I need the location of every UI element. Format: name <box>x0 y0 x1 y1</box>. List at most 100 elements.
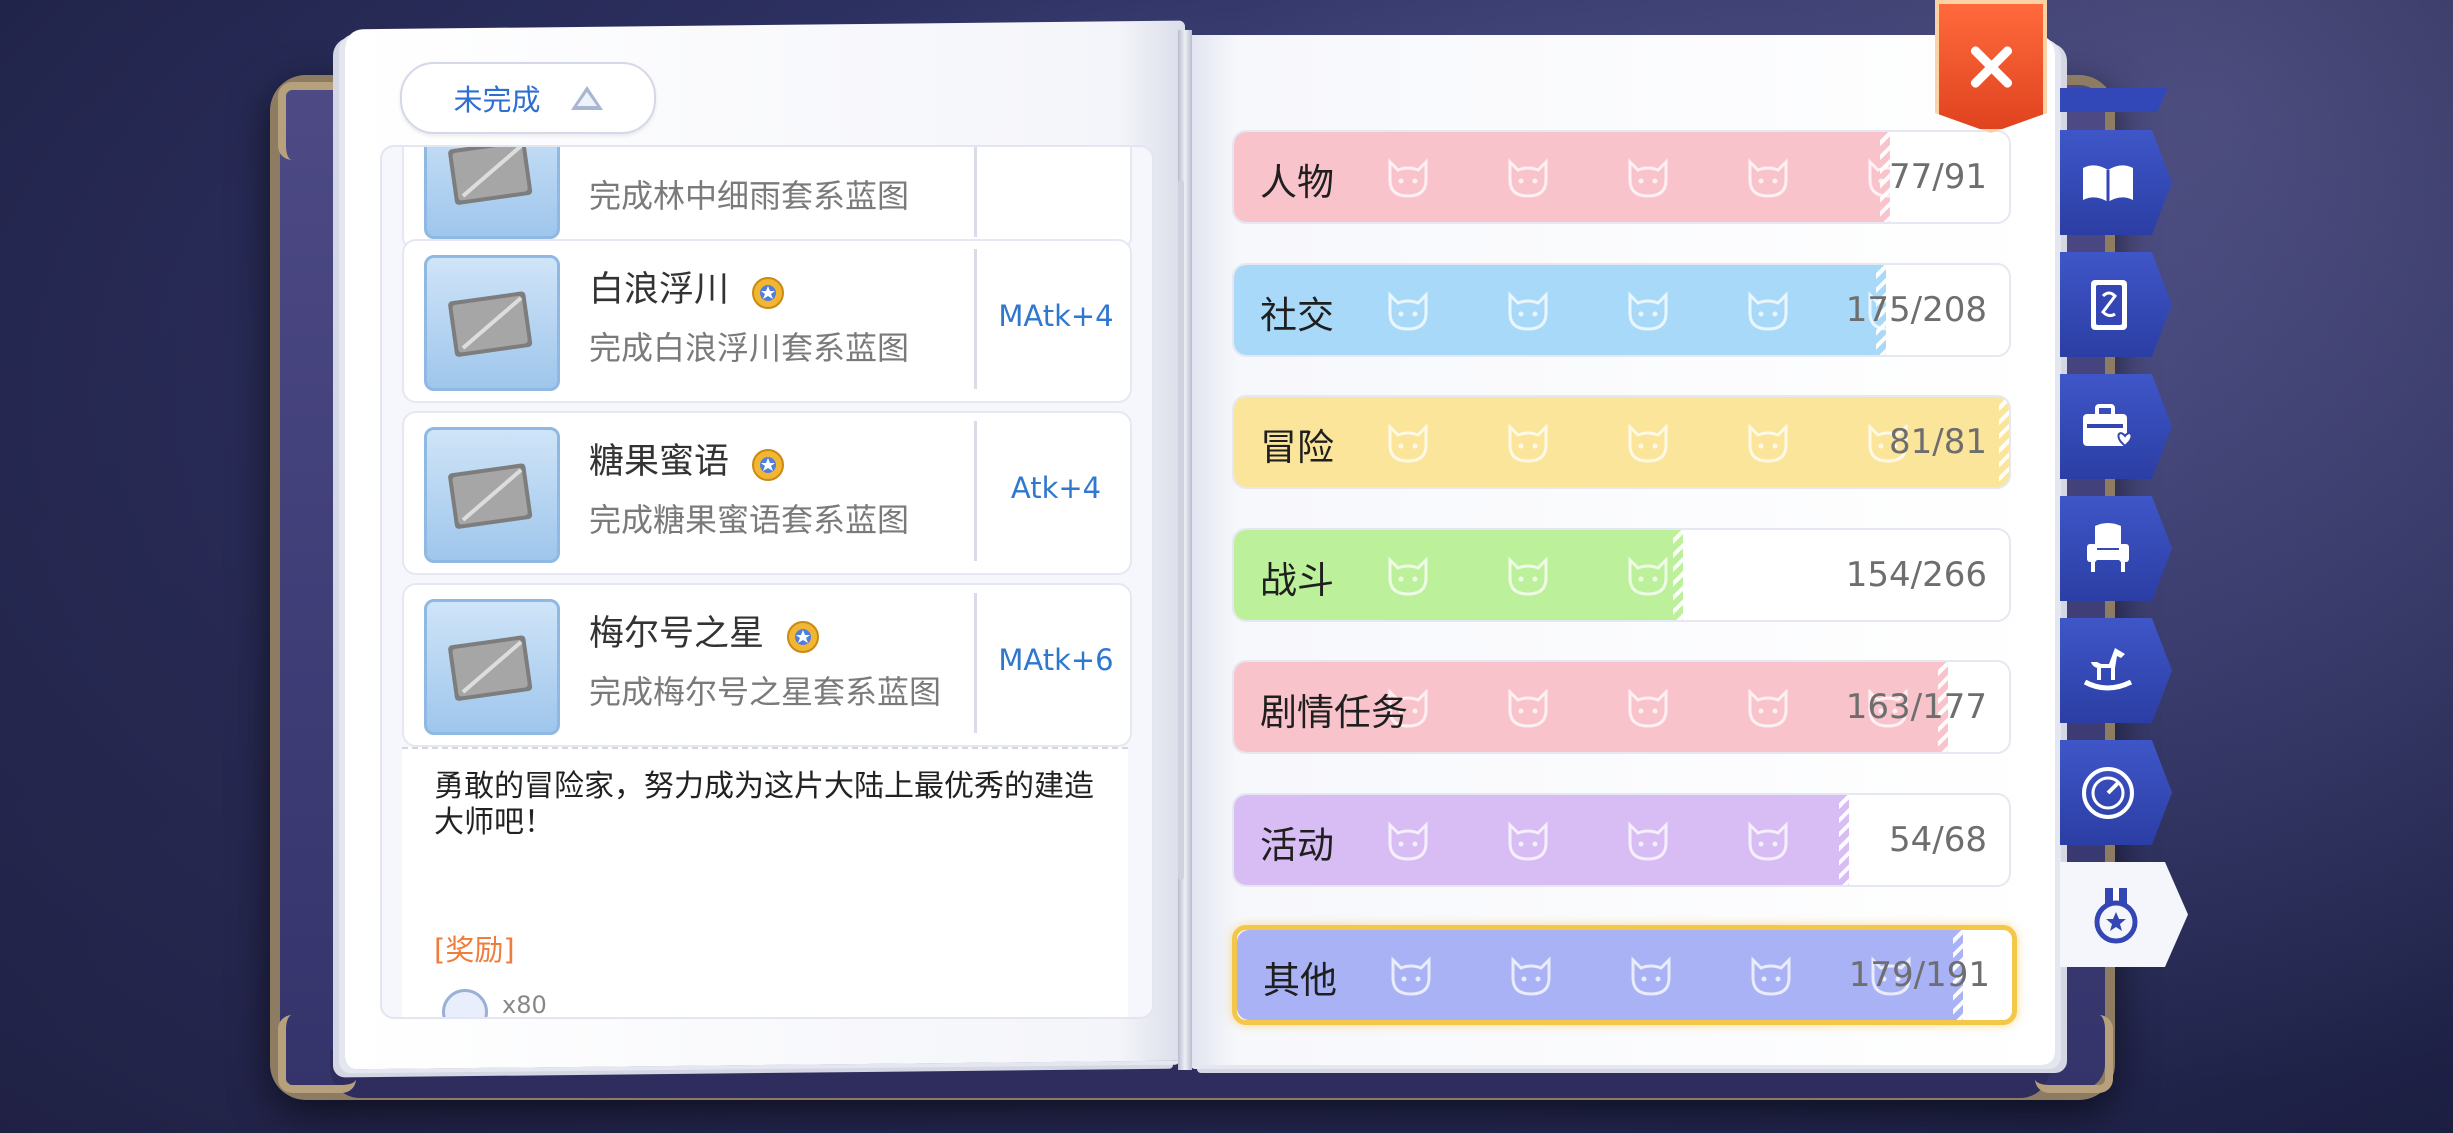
category-label: 战斗 <box>1260 558 1334 602</box>
cat-face-icon <box>1508 555 1548 596</box>
tab-items[interactable] <box>2060 374 2172 479</box>
medal-icon <box>2094 887 2138 943</box>
blueprint-thumbnail <box>424 255 560 391</box>
cat-face-icon <box>1508 820 1548 861</box>
tab-toys[interactable] <box>2060 618 2172 723</box>
cat-face-icon <box>1508 290 1548 331</box>
item-description: 完成梅尔号之星套系蓝图 <box>589 673 942 711</box>
item-name-row: 梅尔号之星 <box>589 605 823 656</box>
cat-face-icon <box>1628 158 1668 198</box>
item-description: 完成糖果蜜语套系蓝图 <box>589 501 910 539</box>
item-description: 完成白浪浮川套系蓝图 <box>589 329 910 367</box>
divider <box>974 593 977 733</box>
blueprint-scroll-icon <box>448 291 533 357</box>
cat-face-icon <box>1388 555 1428 596</box>
speed-dial-icon <box>2082 766 2134 819</box>
category-count: 179/191 <box>1848 955 1990 995</box>
briefcase-heart-icon <box>2083 403 2133 447</box>
cat-face-icon <box>1388 158 1428 198</box>
cat-pattern <box>1384 817 1912 863</box>
cat-face-icon <box>1388 423 1428 463</box>
list-item[interactable]: 白浪浮川 完成白浪浮川套系蓝图 MAtk+4 <box>402 239 1132 403</box>
cat-face-icon <box>1748 820 1788 861</box>
cat-face-icon <box>1391 956 1431 996</box>
cat-face-icon <box>1388 820 1428 861</box>
cat-face-icon <box>1508 688 1548 728</box>
medal-icon <box>752 449 785 481</box>
category-bar[interactable]: 其他 179/191 <box>1232 925 2017 1025</box>
divider <box>974 249 977 389</box>
category-count: 77/91 <box>1889 157 1987 197</box>
cat-face-icon <box>1628 688 1668 728</box>
item-name: 糖果蜜语 <box>589 442 730 482</box>
filter-label: 未完成 <box>453 83 541 117</box>
list-item[interactable]: 糖果蜜语 完成糖果蜜语套系蓝图 Atk+4 <box>402 411 1132 575</box>
cat-face-icon <box>1628 290 1668 331</box>
achievement-list[interactable]: 完成林中细雨套系蓝图 白浪浮川 完成白浪浮川套系蓝图 MAtk+4 糖果蜜语 完… <box>380 145 1154 1019</box>
cat-face-icon <box>1511 956 1551 996</box>
item-name-row: 糖果蜜语 <box>589 433 788 484</box>
tab-cards[interactable] <box>2060 252 2172 357</box>
close-button[interactable] <box>1935 0 2047 133</box>
item-name-row: 白浪浮川 <box>589 261 788 312</box>
cat-pattern <box>1384 684 1912 730</box>
category-bar[interactable]: 人物 77/91 <box>1232 130 2011 224</box>
cat-face-icon <box>1748 423 1788 463</box>
medal-icon <box>787 621 820 653</box>
list-item[interactable]: 梅尔号之星 完成梅尔号之星套系蓝图 MAtk+6 <box>402 583 1132 747</box>
blueprint-thumbnail <box>424 599 560 735</box>
cat-face-icon <box>1748 688 1788 728</box>
list-item[interactable]: 完成林中细雨套系蓝图 <box>402 147 1132 251</box>
rocking-horse-icon <box>2083 647 2133 690</box>
cat-face-icon <box>1628 423 1668 463</box>
triangle-up-icon <box>570 86 603 110</box>
cat-pattern <box>1384 154 1912 200</box>
divider <box>974 147 977 237</box>
cat-face-icon <box>1628 820 1668 861</box>
blueprint-scroll-icon <box>448 463 533 529</box>
tab-dial[interactable] <box>2060 740 2172 845</box>
category-bar[interactable]: 剧情任务 163/177 <box>1232 660 2011 754</box>
armchair-icon <box>2087 522 2129 572</box>
tab-furniture[interactable] <box>2060 496 2172 601</box>
close-icon <box>1966 42 2016 92</box>
medal-icon <box>752 277 785 309</box>
tab-stub <box>2060 88 2168 112</box>
cat-pattern <box>1387 952 1915 998</box>
item-name: 梅尔号之星 <box>589 614 765 654</box>
scrollbar[interactable] <box>1178 180 1184 880</box>
category-label: 社交 <box>1260 293 1334 337</box>
category-count: 81/81 <box>1889 422 1987 462</box>
cat-face-icon <box>1748 290 1788 331</box>
item-stat: MAtk+4 <box>998 299 1114 333</box>
category-bar[interactable]: 战斗 154/266 <box>1232 527 2011 622</box>
tab-collection-book[interactable] <box>2060 130 2172 235</box>
category-label: 人物 <box>1260 161 1334 204</box>
cat-face-icon <box>1748 555 1788 596</box>
category-bar[interactable]: 社交 175/208 <box>1232 262 2011 357</box>
category-bar[interactable]: 冒险 81/81 <box>1232 395 2011 489</box>
achievement-details: 勇敢的冒险家，努力成为这片大陆上最优秀的建造大师吧！ [奖励] x80 <box>402 747 1128 1019</box>
item-description: 完成林中细雨套系蓝图 <box>589 177 910 215</box>
category-label: 冒险 <box>1260 426 1334 469</box>
cat-face-icon <box>1751 956 1791 996</box>
category-count: 175/208 <box>1845 289 1987 330</box>
item-stat: Atk+4 <box>1010 471 1102 505</box>
details-text: 勇敢的冒险家，努力成为这片大陆上最优秀的建造大师吧！ <box>434 769 1094 840</box>
blueprint-thumbnail <box>424 427 560 563</box>
category-count: 163/177 <box>1845 687 1987 727</box>
blueprint-thumbnail <box>424 147 560 239</box>
category-label: 剧情任务 <box>1260 691 1408 734</box>
divider <box>974 421 977 561</box>
reward-label: [奖励] <box>434 933 515 967</box>
filter-dropdown[interactable]: 未完成 <box>400 62 656 134</box>
blueprint-scroll-icon <box>448 147 533 205</box>
item-name: 白浪浮川 <box>589 270 730 310</box>
cat-pattern <box>1384 419 1912 465</box>
reward-quantity: x80 <box>502 991 547 1019</box>
tab-achievements[interactable] <box>2060 862 2188 967</box>
category-bar[interactable]: 活动 54/68 <box>1232 792 2011 887</box>
category-count: 154/266 <box>1845 554 1987 595</box>
cat-face-icon <box>1508 158 1548 198</box>
cat-face-icon <box>1628 555 1668 596</box>
